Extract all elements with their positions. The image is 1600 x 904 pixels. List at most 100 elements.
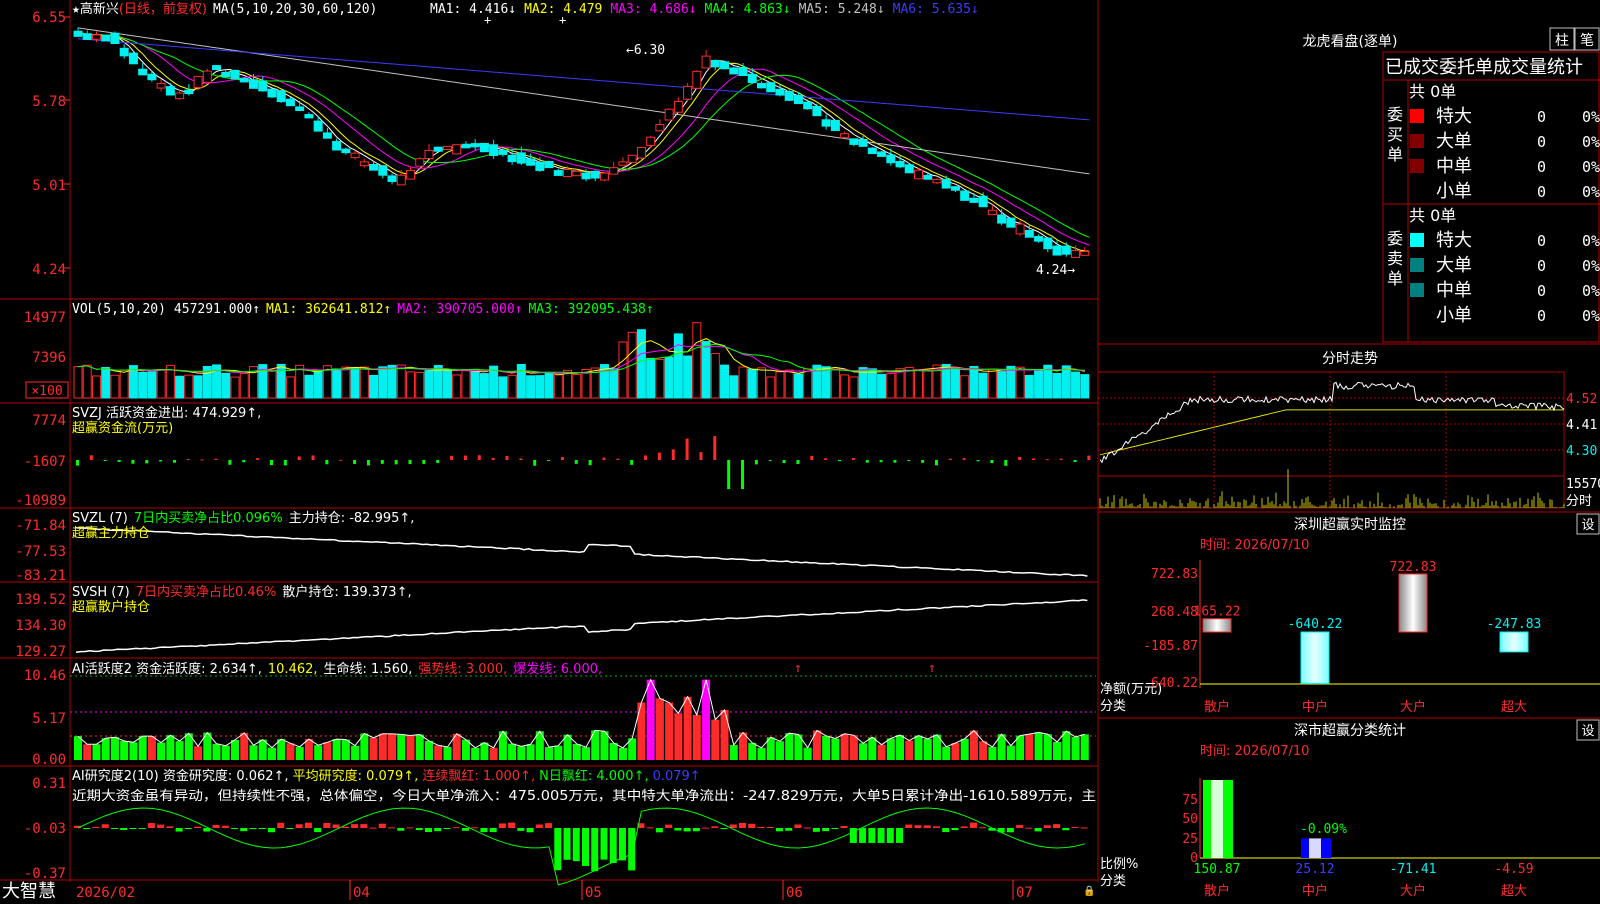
candle-body <box>1043 237 1053 250</box>
svzj-panel[interactable]: 7774 -1607 -10989 SVZJ 活跃资金进出: 474.929↑,… <box>15 405 1091 509</box>
candle-body <box>886 154 896 164</box>
x-axis: 2026/02 04 05 06 07 <box>76 880 1033 901</box>
monitor-title: 深圳超赢实时监控 <box>1294 516 1406 533</box>
flow-bar <box>200 459 204 461</box>
volume-bar <box>415 371 425 399</box>
volume-bar <box>563 369 573 399</box>
activity-bar <box>83 744 92 760</box>
moving-average-lines <box>77 27 1090 253</box>
research-bar <box>83 828 91 829</box>
volume-bar <box>341 366 351 399</box>
volume-bar <box>147 371 157 399</box>
svg-text:比例%: 比例% <box>1100 857 1138 872</box>
candle-body <box>498 149 508 155</box>
flow-bar <box>477 455 481 460</box>
candle-body <box>599 172 609 181</box>
research-bar <box>1071 827 1079 829</box>
monitor-panel[interactable]: 深圳超赢实时监控 设 时间: 2026/07/10 722.83 268.48 -1… <box>1100 513 1600 715</box>
activity-bar <box>175 741 184 760</box>
volume-bar <box>230 376 240 399</box>
order-total: 共 0单 <box>1409 206 1456 225</box>
volume-bar <box>960 375 970 399</box>
cross-marker-icon: + <box>559 13 566 27</box>
candle-body <box>960 190 970 201</box>
candle-body <box>858 138 868 147</box>
volume-bar <box>950 368 960 399</box>
y-tick: 6.55 <box>32 10 66 26</box>
longhu-panel[interactable]: 龙虎看盘(逐单) 柱 笔 已成交委托单成交量统计 共 0单委买单特大 0 0%大单 0… <box>1303 27 1600 343</box>
activity-bar <box>526 744 535 760</box>
arrow-up-icon: ↑ <box>928 661 936 676</box>
classify-date: 时间: 2026/07/10 <box>1200 744 1309 759</box>
research-bar <box>840 826 848 828</box>
sell-orders: 共 0单委卖单 特大 0 0% 大单 0 0% 中单 0 0% 小单 0 0% <box>1387 206 1600 326</box>
candle-body <box>830 119 840 131</box>
volume-bar <box>359 366 369 399</box>
research-bar <box>960 826 968 828</box>
order-size-label: 小单 <box>1436 305 1472 326</box>
flow-bar <box>602 457 606 460</box>
candle-body <box>82 33 92 40</box>
research-bar <box>341 826 349 828</box>
monitor-y-axis: 722.83268.48-185.87-640.22 <box>1143 567 1198 691</box>
research-bar <box>286 828 294 829</box>
candle-body <box>359 161 369 167</box>
research-bar <box>572 828 580 862</box>
monitor-bar <box>1202 618 1232 633</box>
volume-bar <box>267 370 277 399</box>
candle-body <box>914 169 924 180</box>
volume-bar <box>766 376 776 399</box>
activity-bar <box>711 719 720 760</box>
volume-bar <box>1015 366 1025 399</box>
volume-bar <box>304 374 314 399</box>
candle-body <box>673 100 683 113</box>
candle-body <box>267 88 277 98</box>
y-tick: -0.03 <box>24 821 66 837</box>
activity-bar <box>480 742 489 760</box>
activity-bar <box>942 746 951 760</box>
research-bar <box>628 828 636 871</box>
volume-panel[interactable]: 14977 7396 ×100 VOL(5,10,20) 457291.000↑ M… <box>24 302 1090 399</box>
order-pct: 0% <box>1582 158 1600 176</box>
research-bar <box>166 826 174 828</box>
activity-bar <box>1025 734 1034 760</box>
research-bar <box>304 822 312 828</box>
ai-research-panel[interactable]: 0.31 -0.03 -0.37 AI研究度2(10) 资金研究度: 0.062… <box>24 768 1096 886</box>
price-panel[interactable]: 6.55 5.78 5.01 4.24 ←6.30 4.24→ ★高新兴(日线，… <box>32 1 1090 278</box>
intraday-panel[interactable]: 分时走势 4.52 4.41 4.30 15570 分时 <box>1097 351 1600 509</box>
price-header: ★高新兴(日线，前复权) MA(5,10,20,30,60,120) MA1: 4… <box>72 1 979 27</box>
research-bar <box>240 828 248 832</box>
candle-body <box>369 163 379 171</box>
flow-bar <box>713 436 717 460</box>
activity-bar <box>840 733 849 760</box>
volume-bar <box>350 367 360 399</box>
candlesticks[interactable] <box>73 27 1090 258</box>
classify-panel[interactable]: 深市超赢分类统计 设 时间: 2026/07/10 7550250 150.87… <box>1100 719 1600 899</box>
candle-body <box>212 65 222 71</box>
flow-bar <box>256 458 260 460</box>
color-swatch <box>1410 134 1424 148</box>
candle-body <box>655 124 665 132</box>
candle-body <box>424 149 434 160</box>
ai-activity-panel[interactable]: 10.46 5.17 0.00 AI活跃度2 资金活跃度: 2.634↑, 10.… <box>24 661 1096 768</box>
research-bar <box>277 822 285 828</box>
research-bar <box>665 824 673 828</box>
order-size-label: 特大 <box>1436 106 1472 127</box>
side-label: 委 <box>1387 229 1403 248</box>
volume-bar <box>369 374 379 399</box>
volume-bar <box>803 368 813 399</box>
research-bar <box>1053 824 1061 828</box>
x-tick: 06 <box>786 885 803 900</box>
svzl-panel[interactable]: -71.84 -77.53 -83.21 SVZL (7) 7日内买卖净占比0.0… <box>15 510 1088 584</box>
candle-body <box>285 98 295 107</box>
research-bar <box>323 822 331 828</box>
research-bar <box>554 828 562 871</box>
vol-value: 457291.000↑ <box>174 302 260 317</box>
research-bar <box>249 828 257 830</box>
color-swatch <box>1410 159 1424 173</box>
y-tick: 139.52 <box>15 592 66 608</box>
flow-bar <box>353 460 357 464</box>
svsh-panel[interactable]: 139.52 134.30 129.27 SVSH (7) 7日内买卖净占比0.4… <box>15 584 1088 660</box>
volume-bar <box>997 371 1007 399</box>
research-bar <box>388 827 396 829</box>
